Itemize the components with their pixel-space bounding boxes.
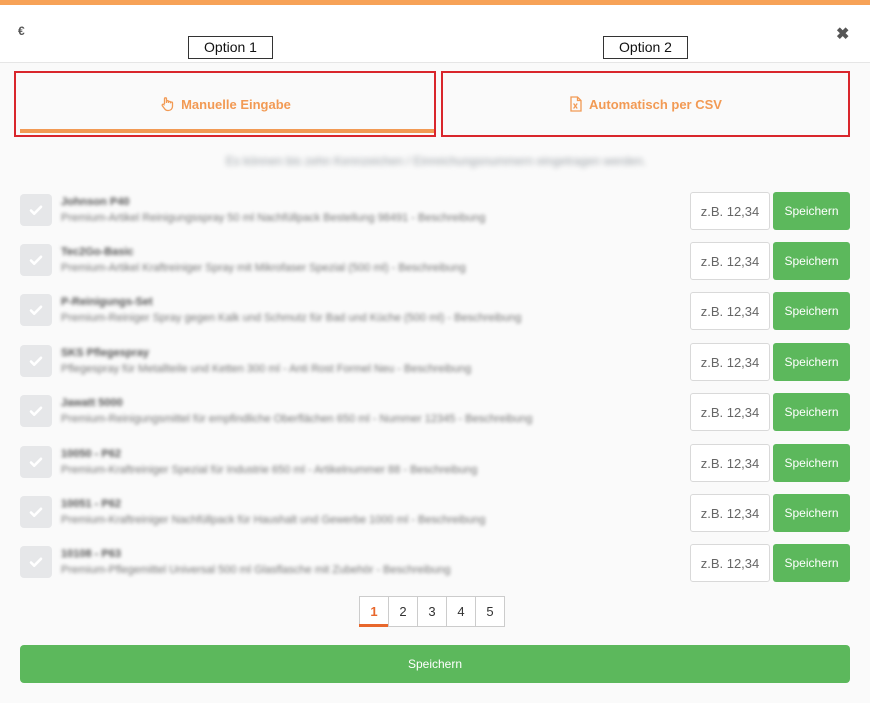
item-name: SKS Pflegespray — [61, 347, 150, 359]
price-input[interactable] — [690, 192, 770, 230]
list-item: 10050 - P62 Premium-Kraftreiniger Spezia… — [20, 444, 850, 482]
price-input[interactable] — [690, 242, 770, 280]
checkbox[interactable] — [20, 395, 52, 427]
item-text: Johnson P40 Premium-Artikel Reinigungssp… — [61, 194, 561, 226]
save-all-button[interactable]: Speichern — [20, 645, 850, 683]
item-text: Jawatt 5000 Premium-Reinigungsmittel für… — [61, 395, 561, 427]
pagination: 1 2 3 4 5 — [359, 596, 505, 627]
save-button[interactable]: Speichern — [773, 192, 850, 230]
checkbox[interactable] — [20, 294, 52, 326]
item-name: 10051 - P62 — [61, 498, 121, 510]
price-input[interactable] — [690, 393, 770, 431]
currency-icon: € — [18, 24, 25, 38]
check-icon — [29, 205, 43, 215]
item-description: Premium-Pflegemittel Universal 500 ml Gl… — [61, 564, 451, 576]
item-name: P-Reinigungs-Set — [61, 296, 153, 308]
item-description: Premium-Kraftreiniger Spezial für Indust… — [61, 464, 478, 476]
page-4-button[interactable]: 4 — [446, 596, 476, 627]
list-item: Johnson P40 Premium-Artikel Reinigungssp… — [20, 192, 850, 230]
check-icon — [29, 507, 43, 517]
check-icon — [29, 305, 43, 315]
close-icon[interactable]: ✖ — [836, 24, 849, 44]
item-name: 10108 - P63 — [61, 548, 121, 560]
checkbox[interactable] — [20, 345, 52, 377]
page-1-button[interactable]: 1 — [359, 596, 389, 627]
list-item: P-Reinigungs-Set Premium-Reiniger Spray … — [20, 292, 850, 330]
checkbox[interactable] — [20, 546, 52, 578]
hand-pointer-icon — [159, 96, 175, 112]
list-item: 10051 - P62 Premium-Kraftreiniger Nachfü… — [20, 494, 850, 532]
save-button[interactable]: Speichern — [773, 292, 850, 330]
file-excel-icon — [569, 96, 583, 112]
list-item: Tec2Go-Basic Premium-Artikel Kraftreinig… — [20, 242, 850, 280]
tab-automatic-csv-label: Automatisch per CSV — [589, 96, 722, 112]
option-1-label: Option 1 — [188, 36, 273, 59]
price-input[interactable] — [690, 343, 770, 381]
save-button[interactable]: Speichern — [773, 242, 850, 280]
save-button[interactable]: Speichern — [773, 444, 850, 482]
item-name: Johnson P40 — [61, 196, 130, 208]
item-text: P-Reinigungs-Set Premium-Reiniger Spray … — [61, 294, 561, 326]
item-text: 10050 - P62 Premium-Kraftreiniger Spezia… — [61, 446, 561, 478]
check-icon — [29, 557, 43, 567]
page-5-button[interactable]: 5 — [475, 596, 505, 627]
item-description: Premium-Artikel Reinigungsspray 50 ml Na… — [61, 212, 486, 224]
item-name: 10050 - P62 — [61, 448, 121, 460]
check-icon — [29, 457, 43, 467]
list-item: Jawatt 5000 Premium-Reinigungsmittel für… — [20, 393, 850, 431]
item-text: SKS Pflegespray Pflegespray für Metallte… — [61, 345, 561, 377]
checkbox[interactable] — [20, 194, 52, 226]
price-input[interactable] — [690, 444, 770, 482]
price-input[interactable] — [690, 544, 770, 582]
check-icon — [29, 356, 43, 366]
tab-automatic-csv[interactable]: Automatisch per CSV — [441, 71, 850, 137]
checkbox[interactable] — [20, 496, 52, 528]
info-text: Es können bis zehn Kennzeichen / Einreic… — [225, 154, 647, 168]
item-description: Premium-Reiniger Spray gegen Kalk und Sc… — [61, 312, 522, 324]
tab-manual-entry-label: Manuelle Eingabe — [181, 96, 291, 112]
list-item: SKS Pflegespray Pflegespray für Metallte… — [20, 343, 850, 381]
active-tab-indicator — [20, 129, 434, 133]
checkbox[interactable] — [20, 446, 52, 478]
option-2-label: Option 2 — [603, 36, 688, 59]
item-name: Jawatt 5000 — [61, 397, 123, 409]
tab-manual-entry[interactable]: Manuelle Eingabe — [14, 71, 436, 137]
item-text: 10108 - P63 Premium-Pflegemittel Univers… — [61, 546, 561, 578]
item-text: Tec2Go-Basic Premium-Artikel Kraftreinig… — [61, 244, 561, 276]
modal-header: € ✖ — [0, 5, 870, 63]
price-input[interactable] — [690, 292, 770, 330]
item-description: Pflegespray für Metallteile und Ketten 3… — [61, 363, 472, 375]
check-icon — [29, 406, 43, 416]
save-button[interactable]: Speichern — [773, 494, 850, 532]
save-button[interactable]: Speichern — [773, 343, 850, 381]
save-button[interactable]: Speichern — [773, 393, 850, 431]
item-description: Premium-Artikel Kraftreiniger Spray mit … — [61, 262, 466, 274]
price-input[interactable] — [690, 494, 770, 532]
item-description: Premium-Reinigungsmittel für empfindlich… — [61, 413, 533, 425]
page-3-button[interactable]: 3 — [417, 596, 447, 627]
item-name: Tec2Go-Basic — [61, 246, 134, 258]
checkbox[interactable] — [20, 244, 52, 276]
save-button[interactable]: Speichern — [773, 544, 850, 582]
check-icon — [29, 255, 43, 265]
item-description: Premium-Kraftreiniger Nachfüllpack für H… — [61, 514, 486, 526]
item-text: 10051 - P62 Premium-Kraftreiniger Nachfü… — [61, 496, 561, 528]
page-2-button[interactable]: 2 — [388, 596, 418, 627]
input-method-tabs: Manuelle Eingabe Automatisch per CSV — [14, 71, 850, 137]
list-item: 10108 - P63 Premium-Pflegemittel Univers… — [20, 544, 850, 582]
